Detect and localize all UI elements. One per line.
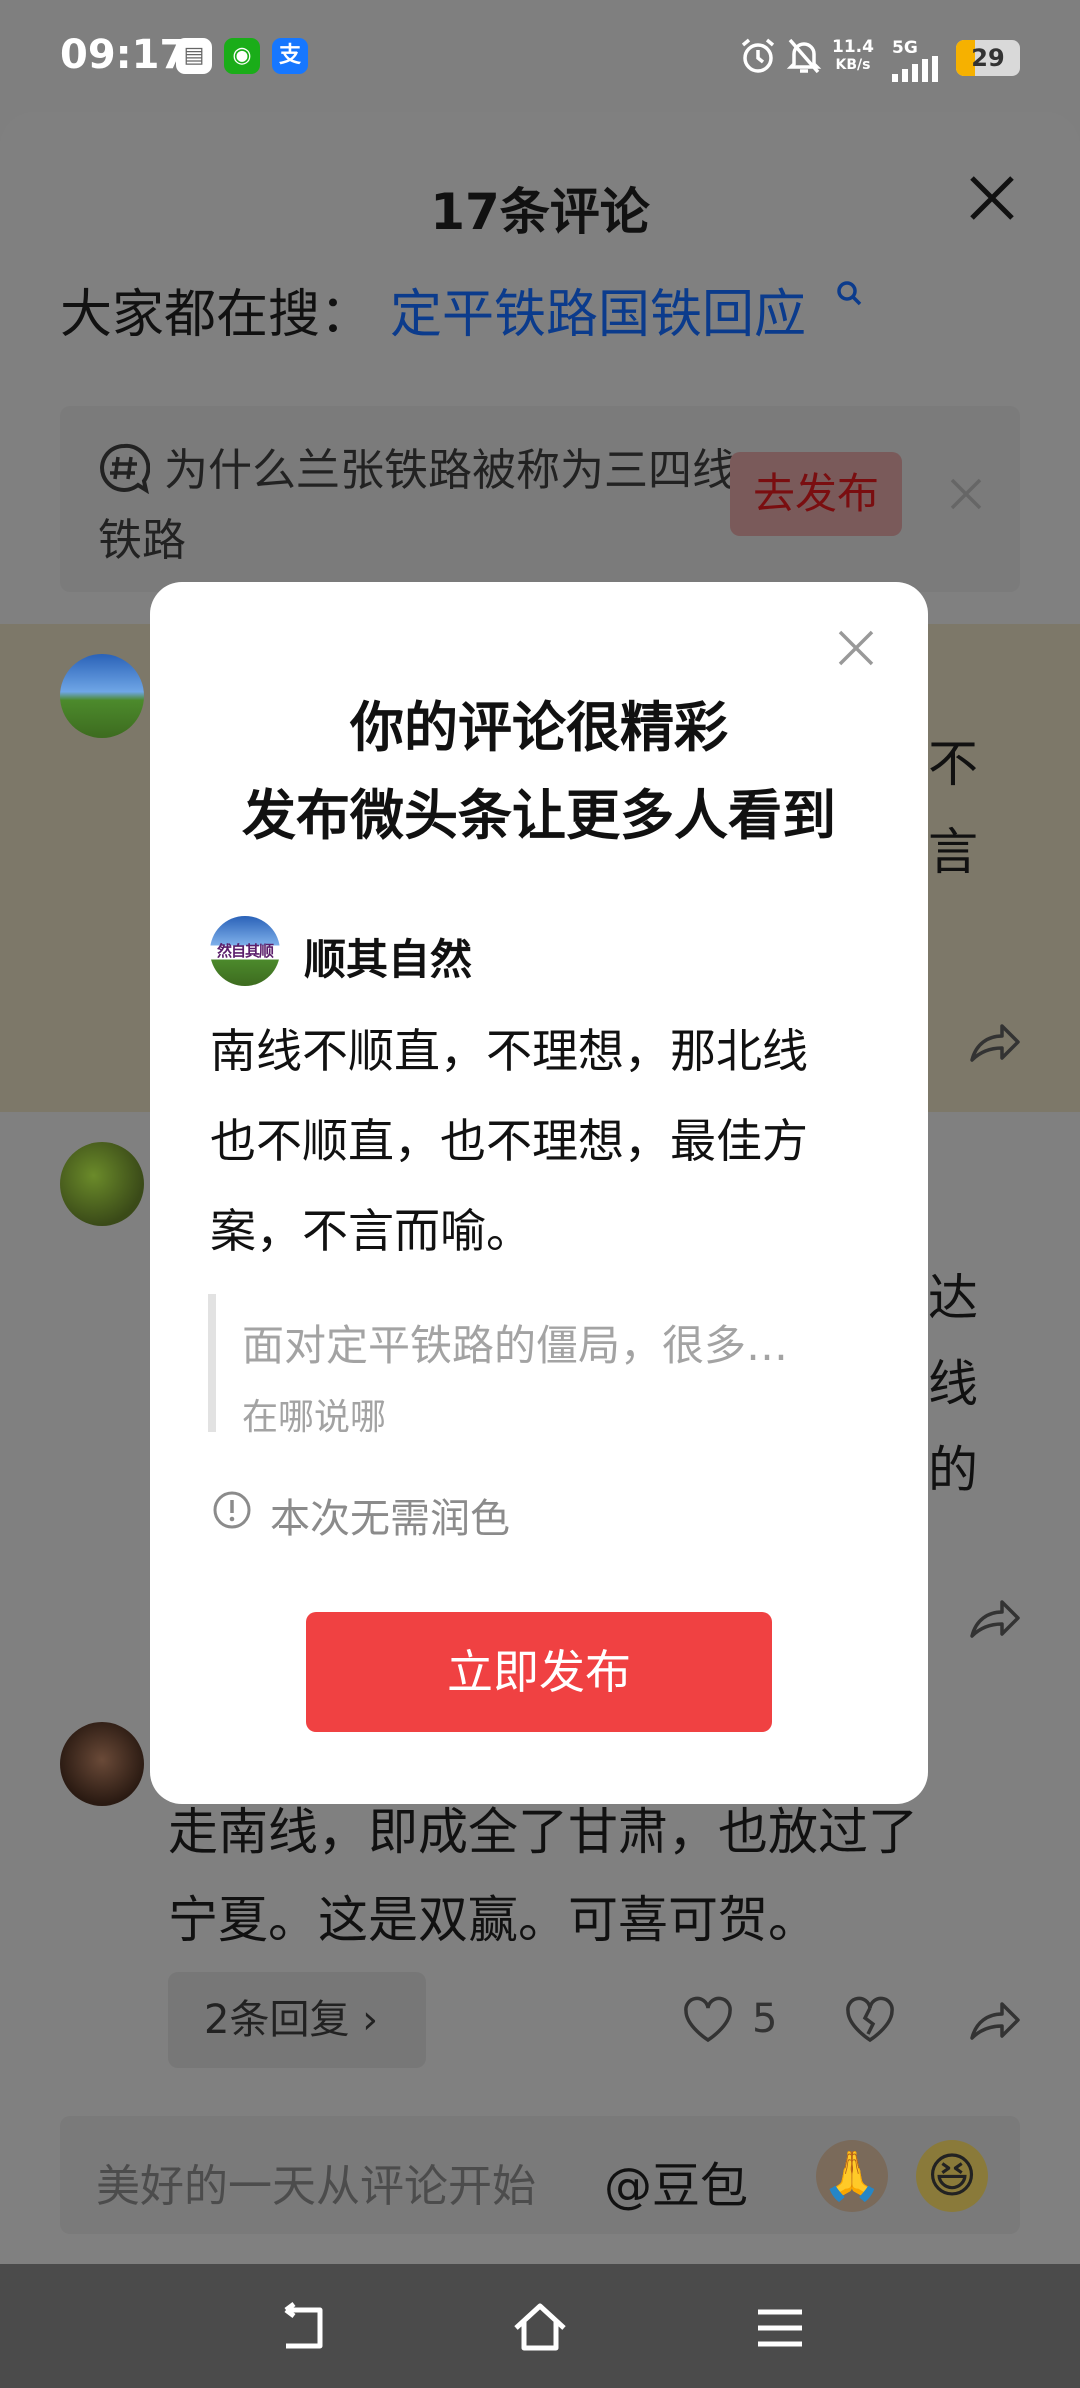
avatar[interactable] xyxy=(60,654,144,738)
topic-publish-button[interactable]: 去发布 xyxy=(730,452,902,536)
network-speed: 11.4 KB/s xyxy=(832,37,874,73)
battery-indicator: 29 xyxy=(956,40,1020,76)
comments-title: 17条评论 xyxy=(430,183,650,241)
comment-text: 宁夏。这是双赢。可喜可贺。 xyxy=(168,1891,818,1949)
comment-placeholder: 美好的一天从评论开始 xyxy=(96,2161,536,2212)
menu-icon[interactable] xyxy=(750,2300,810,2356)
search-icon xyxy=(837,281,862,306)
broken-heart-icon[interactable] xyxy=(842,1992,898,2048)
heart-icon[interactable] xyxy=(680,1992,736,2048)
info-icon xyxy=(213,1491,251,1529)
share-icon[interactable] xyxy=(966,1014,1022,1070)
hot-search-link[interactable]: 定平铁路国铁回应 xyxy=(390,272,806,347)
quoted-article: 面对定平铁路的僵局，很多… xyxy=(242,1321,789,1370)
author-name: 顺其自然 xyxy=(304,935,473,984)
publish-dialog: 你的评论很精彩 发布微头条让更多人看到 然自其顺 顺其自然 南线不顺直，不理想，… xyxy=(150,582,928,1804)
topic-card[interactable]: 为什么兰张铁路被称为三四线铁路 去发布 xyxy=(60,406,1020,592)
avatar[interactable] xyxy=(60,1722,144,1806)
clock: 09:17 xyxy=(60,32,188,78)
alarm-icon xyxy=(741,38,775,73)
topic-text: 为什么兰张铁路被称为三四线铁路 xyxy=(98,445,736,566)
avatar[interactable] xyxy=(60,1142,144,1226)
comment-fragment: 的 xyxy=(928,1441,978,1499)
comment-fragment: 不 xyxy=(928,735,978,793)
replies-button[interactable]: 2条回复 › xyxy=(168,1972,426,2068)
status-bar: 09:17 ▤ ◉ 支 11.4 KB/s 5G 29 xyxy=(0,0,1080,112)
share-icon[interactable] xyxy=(966,1992,1022,2048)
close-icon[interactable] xyxy=(964,170,1020,226)
back-icon[interactable] xyxy=(272,2300,332,2356)
share-icon[interactable] xyxy=(966,1590,1022,1646)
dialog-title-line: 发布微头条让更多人看到 xyxy=(242,784,836,847)
alipay-icon: 支 xyxy=(272,38,308,74)
mute-bell-icon xyxy=(786,38,822,74)
comment-fragment: 达 xyxy=(928,1269,978,1327)
wechat-icon: ◉ xyxy=(224,38,260,74)
polish-notice: 本次无需润色 xyxy=(270,1496,510,1542)
comment-fragment: 言 xyxy=(928,823,978,881)
laughing-emoji[interactable]: 😆 xyxy=(916,2140,988,2212)
close-icon[interactable] xyxy=(836,628,876,668)
hot-search-label: 大家都在搜： xyxy=(60,285,373,345)
avatar: 然自其顺 xyxy=(210,916,280,986)
publish-now-button[interactable]: 立即发布 xyxy=(306,1612,772,1732)
praying-hands-emoji[interactable]: 🙏 xyxy=(816,2140,888,2212)
close-icon[interactable] xyxy=(948,476,984,512)
avatar-lettering: 然自其顺 xyxy=(216,942,274,960)
dialog-title: 你的评论很精彩 发布微头条让更多人看到 xyxy=(150,684,928,860)
comment-fragment: 线 xyxy=(928,1355,978,1413)
dialog-title-line: 你的评论很精彩 xyxy=(350,696,728,759)
notes-app-icon: ▤ xyxy=(176,38,212,74)
comment-body: 南线不顺直，不理想，那北线也不顺直，也不理想，最佳方案，不言而喻。 xyxy=(210,1024,808,1258)
battery-level: 29 xyxy=(971,44,1005,72)
like-count: 5 xyxy=(752,1996,778,2042)
network-type: 5G xyxy=(892,38,944,82)
mention-button[interactable]: @豆包 xyxy=(604,2146,748,2216)
quote-bar xyxy=(208,1294,216,1432)
signal-icon xyxy=(892,56,938,82)
home-icon[interactable] xyxy=(510,2300,570,2356)
navigation-bar xyxy=(0,2264,1080,2388)
comment-input[interactable]: 美好的一天从评论开始 @豆包 🙏 😆 xyxy=(60,2116,1020,2234)
quote-source: 在哪说哪 xyxy=(242,1397,387,1438)
